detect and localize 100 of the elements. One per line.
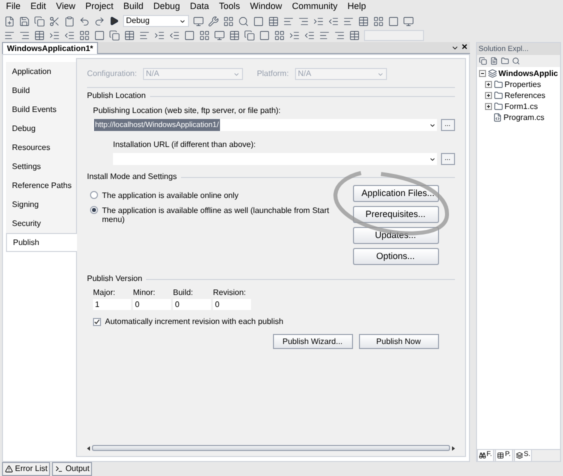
toolbar-icon[interactable] — [19, 30, 30, 40]
toolbar-icon[interactable] — [403, 16, 414, 26]
panel-tab[interactable]: Output — [52, 462, 92, 476]
checkbox[interactable] — [93, 318, 101, 326]
cut-icon[interactable] — [49, 16, 60, 26]
radio-button[interactable] — [90, 206, 98, 214]
installation-url-field[interactable] — [113, 153, 437, 165]
toolbar-icon[interactable] — [34, 30, 45, 40]
tree-item[interactable]: WindowsApplic — [498, 68, 558, 80]
sidebar-tab[interactable]: Build — [6, 81, 76, 100]
menu-item[interactable]: Project — [85, 0, 114, 14]
toolbar-icon[interactable] — [214, 30, 225, 40]
toolbar-icon[interactable] — [512, 57, 520, 65]
toolbar-icon[interactable] — [94, 30, 105, 40]
menu-item[interactable]: File — [6, 0, 21, 14]
redo-icon[interactable] — [94, 16, 105, 26]
expand-toggle[interactable] — [484, 81, 492, 88]
toolbar-icon[interactable] — [109, 30, 120, 40]
toolbar-icon[interactable] — [244, 30, 255, 40]
toolbar-icon[interactable] — [490, 57, 498, 65]
toolbar-icon[interactable] — [319, 30, 330, 40]
toolbar-icon[interactable] — [304, 30, 315, 40]
tree-item[interactable]: Form1.cs — [504, 100, 538, 112]
toolbar-icon[interactable] — [328, 16, 339, 26]
toolbar-icon[interactable] — [169, 30, 180, 40]
toolbar-icon[interactable] — [139, 30, 150, 40]
toolbar-icon[interactable] — [373, 16, 384, 26]
publish-button[interactable]: Publish Now — [358, 334, 439, 349]
toolbar-icon[interactable] — [253, 16, 264, 26]
tree-item[interactable]: Program.cs — [504, 112, 544, 124]
version-field[interactable]: 0 — [133, 299, 171, 310]
expand-toggle[interactable] — [484, 103, 492, 110]
toolbar-icon[interactable] — [64, 30, 75, 40]
configuration-dropdown[interactable]: Debug — [123, 15, 189, 27]
toolbar-icon[interactable] — [268, 16, 279, 26]
toolbar-icon[interactable] — [343, 16, 354, 26]
publish-button[interactable]: Publish Wizard... — [272, 334, 353, 349]
menu-item[interactable]: View — [56, 0, 76, 14]
toolbar-icon[interactable] — [349, 30, 360, 40]
toolbar-icon[interactable] — [358, 16, 369, 26]
toolbar-icon[interactable] — [388, 16, 399, 26]
version-field[interactable]: 0 — [173, 299, 211, 310]
horizontal-scrollbar[interactable] — [87, 444, 455, 452]
toolbar-icon[interactable] — [283, 16, 294, 26]
toolbar-icon[interactable] — [4, 30, 15, 40]
toolbar-icon[interactable] — [199, 30, 210, 40]
sidebar-tab[interactable]: Security — [6, 214, 76, 233]
menu-item[interactable]: Tools — [218, 0, 240, 14]
menu-item[interactable]: Community — [292, 0, 338, 14]
sidebar-tab[interactable]: Resources — [6, 138, 76, 157]
dialog-button[interactable]: Options... — [352, 248, 439, 265]
undo-icon[interactable] — [79, 16, 90, 26]
close-button[interactable]: × — [462, 42, 468, 52]
toolbar-icon[interactable] — [184, 30, 195, 40]
sidebar-tab[interactable]: Signing — [6, 195, 76, 214]
toolbar-icon[interactable] — [298, 16, 309, 26]
document-tab[interactable]: WindowsApplication1* — [2, 42, 98, 54]
sidebar-tab[interactable]: Build Events — [6, 100, 76, 119]
toolbar-icon[interactable] — [49, 30, 60, 40]
toolbar-icon[interactable] — [334, 30, 345, 40]
toolbar-icon[interactable] — [478, 57, 487, 65]
toolbar-icon[interactable] — [193, 16, 204, 26]
menu-item[interactable]: Help — [348, 0, 366, 14]
toolbar-icon[interactable] — [208, 16, 219, 26]
toolbar-icon[interactable] — [238, 16, 249, 26]
copy-icon[interactable] — [34, 16, 45, 26]
sidebar-tab[interactable]: Debug — [6, 119, 76, 138]
tree-item[interactable]: Properties — [504, 78, 541, 90]
sidebar-tab[interactable]: Publish — [6, 233, 77, 252]
collapse-toggle[interactable] — [478, 70, 486, 77]
sidebar-tab[interactable]: Settings — [6, 157, 76, 176]
toolbar-icon[interactable] — [223, 16, 234, 26]
dialog-button[interactable]: Application Files... — [352, 185, 439, 202]
menu-item[interactable]: Data — [190, 0, 209, 14]
sidebar-tab[interactable]: Reference Paths — [6, 176, 76, 195]
save-icon[interactable] — [19, 16, 30, 26]
toolbar-icon[interactable] — [154, 30, 165, 40]
menu-item[interactable]: Window — [250, 0, 282, 14]
new-file-icon[interactable] — [4, 16, 15, 26]
toolbar-icon[interactable] — [274, 30, 285, 40]
toolbar-icon[interactable] — [124, 30, 135, 40]
radio-button[interactable] — [90, 191, 98, 199]
play-icon[interactable] — [109, 16, 119, 26]
paste-icon[interactable] — [64, 16, 75, 26]
dialog-button[interactable]: Prerequisites... — [352, 206, 439, 223]
sidebar-tab[interactable]: Application — [6, 62, 76, 81]
panel-tab[interactable]: Error List — [2, 462, 50, 476]
toolbar-icon[interactable] — [229, 30, 240, 40]
menu-item[interactable]: Debug — [153, 0, 180, 14]
tree-item[interactable]: References — [504, 90, 546, 102]
toolbar-icon[interactable] — [79, 30, 90, 40]
toolbar-icon[interactable] — [500, 57, 509, 65]
expand-toggle[interactable] — [484, 92, 492, 99]
toolbar-icon[interactable] — [259, 30, 270, 40]
version-field[interactable]: 0 — [213, 299, 251, 310]
menu-item[interactable]: Edit — [30, 0, 46, 14]
menu-item[interactable]: Build — [123, 0, 144, 14]
scroll-left-icon[interactable] — [87, 446, 90, 450]
toolbar-icon[interactable] — [289, 30, 300, 40]
version-field[interactable]: 1 — [93, 299, 131, 310]
